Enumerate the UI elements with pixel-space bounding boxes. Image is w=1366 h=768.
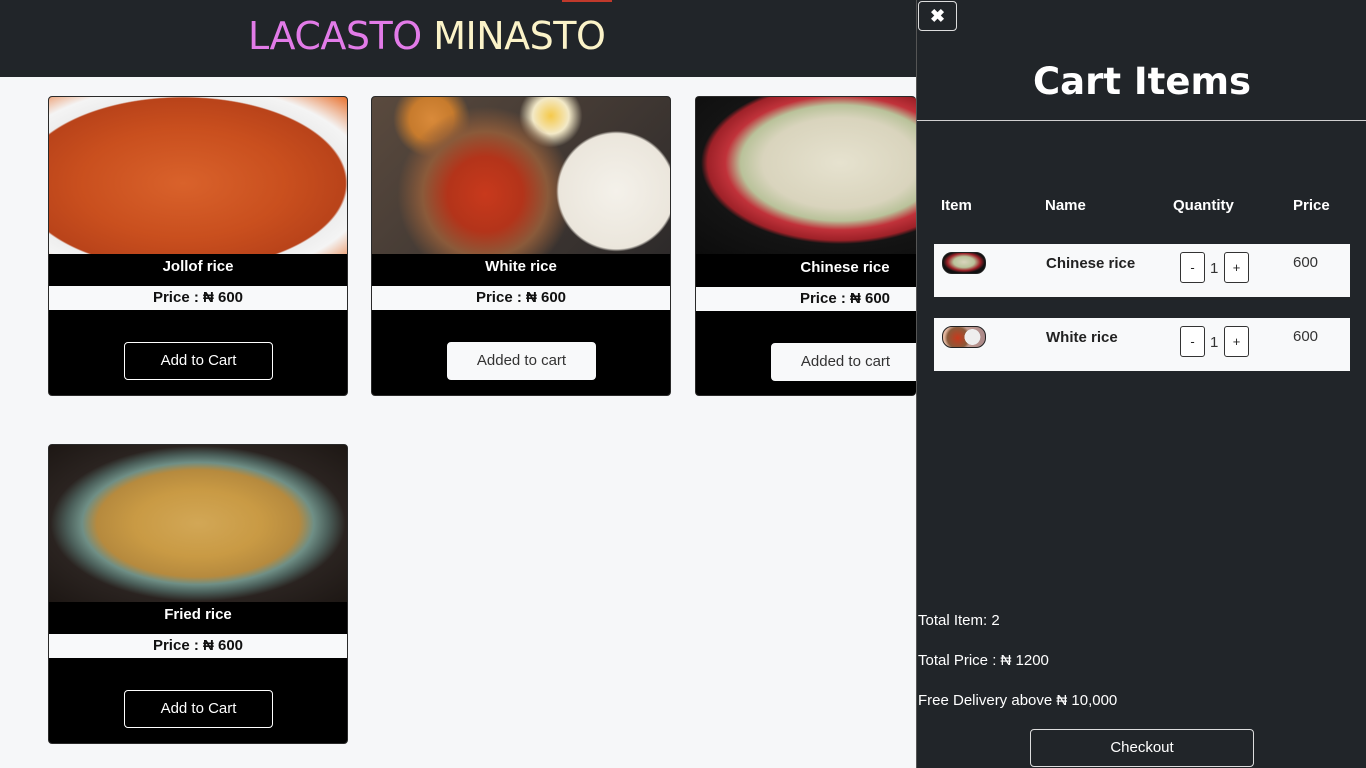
product-grid: Jollof rice Price : ₦ 600 Add to Cart Wh…: [12, 77, 916, 768]
item-name: White rice: [1046, 329, 1118, 346]
column-header-name: Name: [1045, 197, 1086, 214]
cart-row: White rice - 1 + 600: [934, 318, 1350, 371]
product-name: Chinese rice: [800, 259, 890, 276]
decrease-quantity-button[interactable]: -: [1180, 326, 1205, 357]
delivery-note: Free Delivery above ₦ 10,000: [918, 692, 1118, 709]
column-header-price: Price: [1293, 197, 1330, 214]
cart-row: Chinese rice - 1 + 600: [934, 244, 1350, 297]
close-icon: ✖: [929, 6, 946, 26]
item-thumbnail: [942, 252, 986, 274]
item-thumbnail: [942, 326, 986, 348]
decrease-quantity-button[interactable]: -: [1180, 252, 1205, 283]
product-image: [372, 97, 670, 254]
cart-panel: ✖ Cart Items Item Name Quantity Price Ch…: [916, 0, 1366, 768]
product-image: [696, 97, 916, 254]
cart-title: Cart Items: [1032, 60, 1252, 103]
item-quantity: 1: [1210, 334, 1219, 351]
product-image: [49, 97, 347, 254]
brand-part2: MINASTO: [433, 14, 606, 58]
product-price: Price : ₦ 600: [696, 287, 916, 311]
brand-logo[interactable]: LACASTO MINASTO: [248, 12, 606, 60]
product-card-chinese-rice: Chinese rice Price : ₦ 600 Added to cart: [695, 96, 916, 396]
product-name: Fried rice: [164, 606, 232, 623]
item-price: 600: [1293, 254, 1319, 271]
added-to-cart-button[interactable]: Added to cart: [771, 343, 916, 381]
brand-part1: LACASTO: [248, 14, 422, 58]
increase-quantity-button[interactable]: +: [1224, 252, 1249, 283]
product-card-fried-rice: Fried rice Price : ₦ 600 Add to Cart: [48, 444, 348, 744]
product-image: [49, 445, 347, 602]
product-card-jollof-rice: Jollof rice Price : ₦ 600 Add to Cart: [48, 96, 348, 396]
nav-indicator: [562, 0, 612, 2]
total-price: Total Price : ₦ 1200: [918, 652, 1049, 669]
column-header-item: Item: [941, 197, 972, 214]
add-to-cart-button[interactable]: Add to Cart: [124, 342, 273, 380]
column-header-quantity: Quantity: [1173, 197, 1234, 214]
close-cart-button[interactable]: ✖: [918, 1, 957, 31]
add-to-cart-button[interactable]: Add to Cart: [124, 690, 273, 728]
product-price: Price : ₦ 600: [372, 286, 670, 310]
checkout-button[interactable]: Checkout: [1030, 729, 1254, 767]
item-quantity: 1: [1210, 260, 1219, 277]
divider: [917, 120, 1366, 121]
product-name: Jollof rice: [162, 258, 234, 275]
product-name: White rice: [485, 258, 557, 275]
item-price: 600: [1293, 328, 1319, 345]
increase-quantity-button[interactable]: +: [1224, 326, 1249, 357]
product-price: Price : ₦ 600: [49, 286, 347, 310]
added-to-cart-button[interactable]: Added to cart: [447, 342, 596, 380]
product-price: Price : ₦ 600: [49, 634, 347, 658]
total-items: Total Item: 2: [918, 612, 1000, 629]
product-card-white-rice: White rice Price : ₦ 600 Added to cart: [371, 96, 671, 396]
item-name: Chinese rice: [1046, 255, 1136, 272]
